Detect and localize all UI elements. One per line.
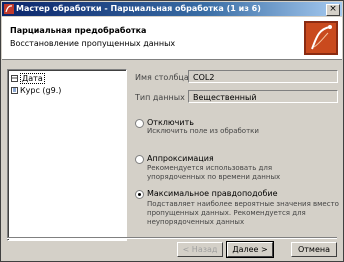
max-likelihood-option-description: Подставляет наиболее вероятные значения … xyxy=(147,200,339,208)
page-subtitle: Восстановление пропущенных данных xyxy=(10,39,176,48)
column-name-field: COL2 xyxy=(188,70,338,83)
footer-divider xyxy=(7,237,337,239)
max-likelihood-option-description: пропущенных данных. Рекомендуется для xyxy=(147,209,306,217)
data-type-field: Вещественный xyxy=(188,90,338,103)
close-icon: × xyxy=(329,4,337,14)
approximation-option-label[interactable]: Аппроксимация xyxy=(147,154,214,163)
wizard-window: Мастер обработки - Парциальная обработка… xyxy=(0,0,344,262)
approximation-radio[interactable] xyxy=(135,155,144,164)
disable-option-label[interactable]: Отключить xyxy=(147,118,194,127)
next-button[interactable]: Далее > xyxy=(226,241,274,258)
close-button[interactable]: × xyxy=(326,4,340,16)
window-title: Мастер обработки - Парциальная обработка… xyxy=(16,4,261,13)
column-tree[interactable]: Дата Курс (g9.) xyxy=(7,69,127,241)
table-column-icon xyxy=(11,75,18,82)
tree-item-rate[interactable]: Курс (g9.) xyxy=(11,86,61,96)
approximation-option-description: упорядоченных по времени данных xyxy=(147,173,281,181)
back-button[interactable]: < Назад xyxy=(177,242,223,257)
tree-item-label: Дата xyxy=(20,73,45,84)
title-bar[interactable]: Мастер обработки - Парциальная обработка… xyxy=(2,2,342,16)
max-likelihood-option-description: неупорядоченных данных xyxy=(147,218,245,226)
disable-option-description: Исключить поле из обработки xyxy=(147,127,259,135)
numeric-column-icon xyxy=(11,87,18,94)
column-name-label: Имя столбца xyxy=(135,73,189,82)
approximation-option-description: Рекомендуется использовать для xyxy=(147,164,273,172)
tree-item-date[interactable]: Дата xyxy=(11,73,45,84)
wizard-header: Парциальная предобработка Восстановление… xyxy=(2,17,342,60)
tree-item-label: Курс (g9.) xyxy=(20,86,62,95)
data-type-label: Тип данных xyxy=(135,93,185,102)
disable-radio[interactable] xyxy=(135,119,144,128)
wizard-logo-icon xyxy=(304,21,338,55)
max-likelihood-option-label[interactable]: Максимальное правдоподобие xyxy=(147,189,278,198)
app-icon xyxy=(4,4,14,14)
cancel-button[interactable]: Отмена xyxy=(291,242,337,257)
page-title: Парциальная предобработка xyxy=(10,26,147,35)
max-likelihood-radio[interactable] xyxy=(135,190,144,199)
